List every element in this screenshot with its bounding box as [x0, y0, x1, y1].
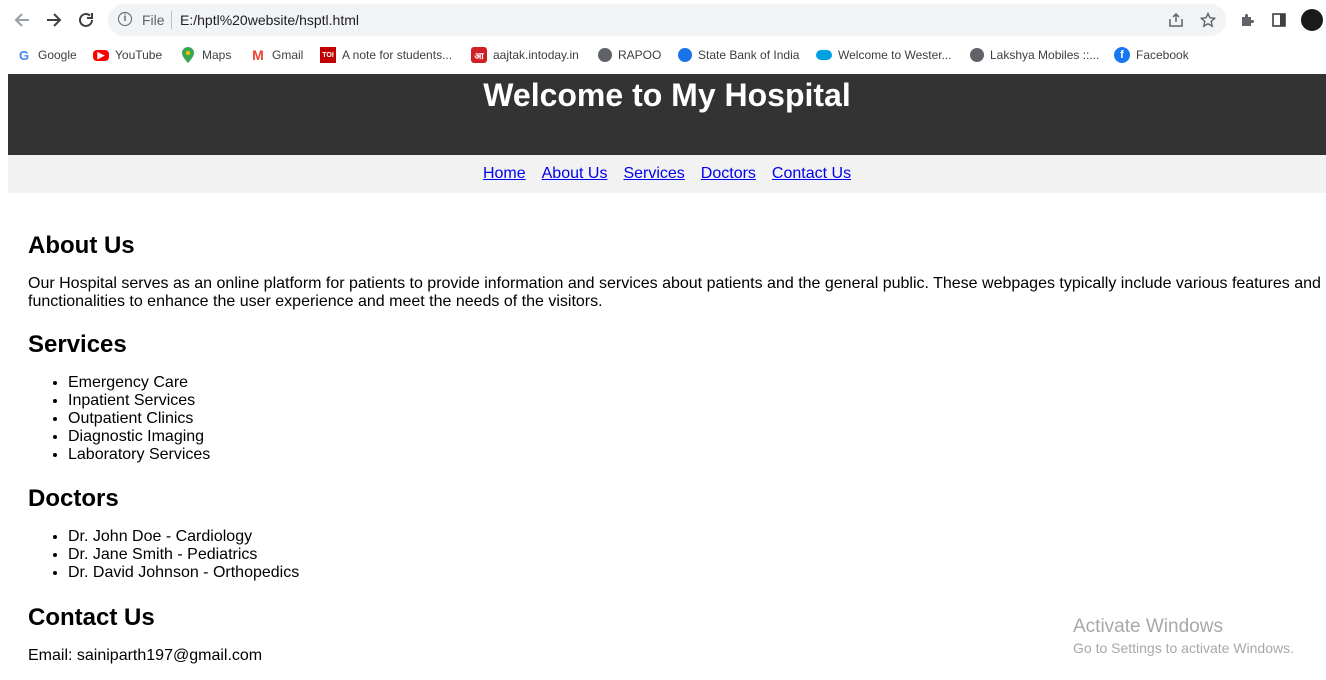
watermark-title: Activate Windows: [1073, 616, 1223, 637]
services-list: Emergency Care Inpatient Services Outpat…: [28, 374, 1326, 464]
about-heading: About Us: [28, 232, 135, 259]
site-nav: Home About Us Services Doctors Contact Us: [8, 155, 1326, 193]
bookmark-western[interactable]: Welcome to Wester...: [816, 46, 952, 64]
bookmark-label: aajtak.intoday.in: [493, 48, 579, 62]
globe-icon: [970, 48, 984, 62]
services-section: Services Emergency Care Inpatient Servic…: [28, 331, 1326, 464]
sbi-icon: [678, 48, 692, 62]
back-icon[interactable]: [10, 8, 34, 32]
gmail-icon: M: [252, 47, 264, 63]
info-icon[interactable]: i: [118, 12, 132, 26]
about-text: Our Hospital serves as an online platfor…: [28, 275, 1321, 310]
bookmark-gmail[interactable]: M Gmail: [250, 46, 303, 64]
bookmark-star-icon[interactable]: [1198, 10, 1218, 30]
bookmark-label: Gmail: [272, 48, 304, 62]
bookmark-aajtak[interactable]: आ aajtak.intoday.in: [471, 46, 579, 64]
list-item: Diagnostic Imaging: [68, 428, 1326, 446]
list-item: Outpatient Clinics: [68, 410, 1326, 428]
doctors-heading: Doctors: [28, 485, 119, 512]
share-icon[interactable]: [1166, 10, 1186, 30]
browser-toolbar: i File E:/hptl%20website/hsptl.html: [0, 0, 1326, 40]
toi-icon: TOI: [320, 47, 336, 63]
globe-icon: [598, 48, 612, 62]
bookmark-lakshya[interactable]: Lakshya Mobiles ::...: [970, 46, 1099, 64]
bookmark-sbi[interactable]: State Bank of India: [678, 46, 799, 64]
windows-activation-watermark: Activate Windows Go to Settings to activ…: [1073, 616, 1294, 657]
profile-avatar-icon[interactable]: [1301, 9, 1323, 31]
address-bar[interactable]: i File E:/hptl%20website/hsptl.html: [108, 4, 1226, 36]
bookmark-label: Maps: [202, 48, 232, 62]
doctors-section: Doctors Dr. John Doe - Cardiology Dr. Ja…: [28, 485, 1326, 582]
bookmark-google[interactable]: G Google: [16, 46, 77, 64]
facebook-icon: f: [1114, 47, 1130, 63]
main-content: About Us Our Hospital serves as an onlin…: [28, 232, 1326, 665]
maps-icon: [180, 47, 196, 63]
bookmark-maps[interactable]: Maps: [180, 46, 231, 64]
nav-link-about[interactable]: About Us: [542, 165, 608, 182]
extensions-puzzle-icon[interactable]: [1236, 9, 1258, 31]
list-item: Dr. David Johnson - Orthopedics: [68, 564, 1326, 582]
aajtak-icon: आ: [471, 47, 487, 63]
bookmark-toi[interactable]: TOI A note for students...: [320, 46, 452, 64]
site-header: Welcome to My Hospital: [8, 74, 1326, 155]
youtube-icon: ▶: [93, 49, 109, 61]
watermark-subtitle: Go to Settings to activate Windows.: [1073, 640, 1294, 656]
bookmarks-bar: G Google ▶ YouTube Maps M Gmail TOI A no…: [0, 40, 1326, 70]
address-scheme-label: File: [142, 12, 165, 28]
nav-link-contact[interactable]: Contact Us: [772, 165, 851, 182]
nav-link-home[interactable]: Home: [483, 165, 526, 182]
list-item: Laboratory Services: [68, 446, 1326, 464]
bookmark-label: YouTube: [115, 48, 163, 62]
forward-icon[interactable]: [42, 8, 66, 32]
bookmark-rapoo[interactable]: RAPOO: [598, 46, 661, 64]
bookmark-label: Facebook: [1136, 48, 1189, 62]
list-item: Emergency Care: [68, 374, 1326, 392]
about-section: About Us Our Hospital serves as an onlin…: [28, 232, 1326, 311]
bookmark-label: Google: [38, 48, 77, 62]
address-url[interactable]: E:/hptl%20website/hsptl.html: [180, 12, 359, 28]
site-title: Welcome to My Hospital: [483, 77, 851, 113]
address-separator: [171, 11, 172, 29]
doctors-list: Dr. John Doe - Cardiology Dr. Jane Smith…: [28, 528, 1326, 582]
nav-link-doctors[interactable]: Doctors: [701, 165, 756, 182]
bookmark-label: RAPOO: [618, 48, 662, 62]
web-page: Welcome to My Hospital Home About Us Servi…: [0, 74, 1326, 680]
bookmark-youtube[interactable]: ▶ YouTube: [93, 46, 162, 64]
bookmark-label: A note for students...: [342, 48, 453, 62]
google-icon: G: [18, 47, 30, 63]
reload-icon[interactable]: [74, 8, 98, 32]
bookmark-label: State Bank of India: [698, 48, 800, 62]
nav-link-services[interactable]: Services: [623, 165, 684, 182]
bookmark-label: Welcome to Wester...: [838, 48, 952, 62]
list-item: Dr. John Doe - Cardiology: [68, 528, 1326, 546]
bookmark-facebook[interactable]: f Facebook: [1114, 46, 1189, 64]
list-item: Inpatient Services: [68, 392, 1326, 410]
services-heading: Services: [28, 331, 127, 358]
side-panel-icon[interactable]: [1268, 9, 1290, 31]
cloud-icon: [816, 50, 832, 60]
list-item: Dr. Jane Smith - Pediatrics: [68, 546, 1326, 564]
bookmark-label: Lakshya Mobiles ::...: [990, 48, 1100, 62]
